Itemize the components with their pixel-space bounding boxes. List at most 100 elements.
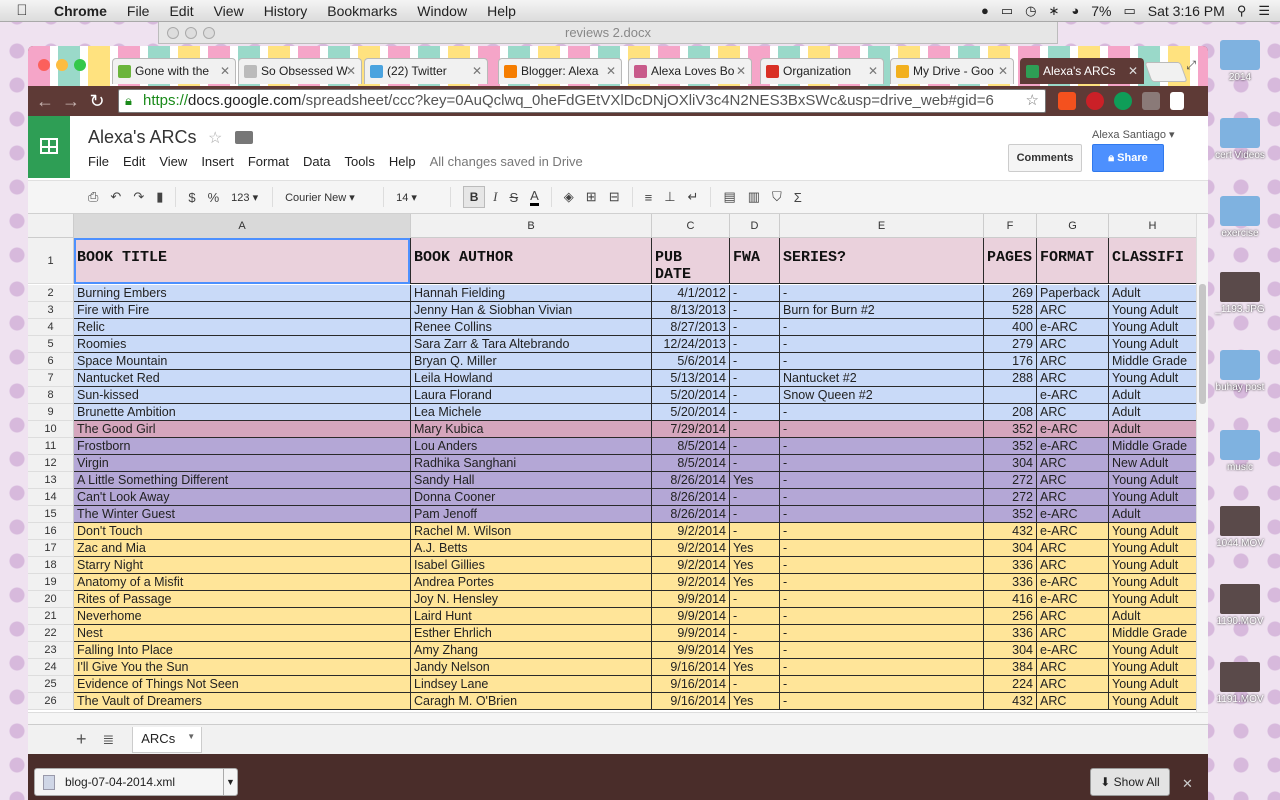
table-row[interactable]: Neverhome Laird Hunt 9/9/2014- -256 ARC Adult: [74, 608, 1196, 625]
menu-help[interactable]: Help: [477, 3, 526, 19]
table-row[interactable]: Space Mountain Bryan Q. Miller 5/6/2014- -1…: [74, 353, 1196, 370]
table-cell[interactable]: -: [780, 676, 984, 693]
table-cell[interactable]: Lea Michele: [411, 404, 652, 421]
table-cell[interactable]: Joy N. Hensley: [411, 591, 652, 608]
table-row[interactable]: Frostborn Lou Anders 8/5/2014- -352 e-ARC Mid…: [74, 438, 1196, 455]
table-cell[interactable]: Sara Zarr & Tara Altebrando: [411, 336, 652, 353]
table-row[interactable]: Virgin Radhika Sanghani 8/5/2014- -304 ARC Ne…: [74, 455, 1196, 472]
table-cell[interactable]: 9/16/2014: [652, 659, 730, 676]
table-cell[interactable]: 224: [984, 676, 1037, 693]
table-cell[interactable]: Burn for Burn #2: [780, 302, 984, 319]
header-cell[interactable]: FWA: [730, 238, 780, 284]
paint-format-icon[interactable]: ▮: [156, 189, 163, 205]
star-icon[interactable]: ☆: [208, 128, 222, 148]
table-cell[interactable]: 9/9/2014: [652, 591, 730, 608]
table-cell[interactable]: Anatomy of a Misfit: [74, 574, 411, 591]
table-cell[interactable]: Fire with Fire: [74, 302, 411, 319]
table-cell[interactable]: -: [730, 506, 780, 523]
close-icon[interactable]: ✕: [220, 59, 230, 83]
table-cell[interactable]: Paperback: [1037, 285, 1109, 302]
row-header[interactable]: 14: [28, 489, 74, 506]
column-header[interactable]: C: [652, 214, 730, 238]
row-header[interactable]: 10: [28, 421, 74, 438]
table-cell[interactable]: 5/6/2014: [652, 353, 730, 370]
table-cell[interactable]: Jenny Han & Siobhan Vivian: [411, 302, 652, 319]
doc-menu-view[interactable]: View: [159, 154, 187, 169]
column-header[interactable]: A: [74, 214, 411, 238]
hangouts-extension-icon[interactable]: [1114, 92, 1132, 110]
table-cell[interactable]: Young Adult: [1109, 472, 1196, 489]
table-cell[interactable]: Laird Hunt: [411, 608, 652, 625]
table-row[interactable]: Brunette Ambition Lea Michele 5/20/2014- -2…: [74, 404, 1196, 421]
table-row[interactable]: Sun-kissed Laura Florand 5/20/2014- Snow Qu…: [74, 387, 1196, 404]
table-cell[interactable]: -: [730, 370, 780, 387]
table-cell[interactable]: ARC: [1037, 608, 1109, 625]
table-cell[interactable]: Middle Grade: [1109, 625, 1196, 642]
table-cell[interactable]: Lindsey Lane: [411, 676, 652, 693]
row-header[interactable]: 11: [28, 438, 74, 455]
row-header[interactable]: 5: [28, 336, 74, 353]
select-all-corner[interactable]: [28, 214, 74, 238]
table-cell[interactable]: -: [780, 642, 984, 659]
desktop-icon-folder[interactable]: music: [1210, 430, 1270, 473]
table-row[interactable]: Burning Embers Hannah Fielding 4/1/2012- -2…: [74, 285, 1196, 302]
table-cell[interactable]: Snow Queen #2: [780, 387, 984, 404]
table-cell[interactable]: ARC: [1037, 472, 1109, 489]
show-all-downloads-button[interactable]: ⬇ Show All: [1090, 768, 1170, 796]
table-cell[interactable]: 256: [984, 608, 1037, 625]
table-cell[interactable]: 8/5/2014: [652, 455, 730, 472]
borders-icon[interactable]: ⊞: [586, 189, 597, 205]
table-cell[interactable]: 9/2/2014: [652, 557, 730, 574]
table-cell[interactable]: ARC: [1037, 659, 1109, 676]
table-cell[interactable]: 528: [984, 302, 1037, 319]
table-cell[interactable]: Leila Howland: [411, 370, 652, 387]
table-cell[interactable]: -: [730, 523, 780, 540]
table-cell[interactable]: Young Adult: [1109, 336, 1196, 353]
row-header[interactable]: 24: [28, 659, 74, 676]
table-cell[interactable]: -: [780, 421, 984, 438]
table-cell[interactable]: -: [730, 489, 780, 506]
time-machine-icon[interactable]: ◷: [1025, 3, 1036, 19]
insert-comment-icon[interactable]: ▤: [723, 189, 735, 205]
app-menu[interactable]: Chrome: [44, 3, 117, 19]
row-header[interactable]: 16: [28, 523, 74, 540]
bold-button[interactable]: B: [463, 186, 486, 208]
doc-menu-file[interactable]: File: [88, 154, 109, 169]
close-icon[interactable]: ✕: [736, 59, 746, 83]
chevron-down-icon[interactable]: ▼: [223, 769, 237, 795]
wrap-text-icon[interactable]: ↵: [688, 189, 699, 205]
desktop-icon-folder[interactable]: exercise: [1210, 196, 1270, 239]
redo-icon[interactable]: ↷: [133, 189, 144, 205]
table-cell[interactable]: Adult: [1109, 404, 1196, 421]
table-cell[interactable]: ARC: [1037, 625, 1109, 642]
table-cell[interactable]: Nest: [74, 625, 411, 642]
table-cell[interactable]: Starry Night: [74, 557, 411, 574]
table-cell[interactable]: -: [730, 336, 780, 353]
table-cell[interactable]: Evidence of Things Not Seen: [74, 676, 411, 693]
table-cell[interactable]: Young Adult: [1109, 676, 1196, 693]
tab-gone-with-the[interactable]: Gone with the ✕: [112, 58, 236, 84]
table-cell[interactable]: ARC: [1037, 489, 1109, 506]
doc-menu-help[interactable]: Help: [389, 154, 416, 169]
wifi-icon[interactable]: ◕: [1071, 3, 1079, 18]
table-cell[interactable]: -: [730, 353, 780, 370]
table-cell[interactable]: ARC: [1037, 540, 1109, 557]
table-cell[interactable]: Adult: [1109, 506, 1196, 523]
table-cell[interactable]: Isabel Gillies: [411, 557, 652, 574]
table-cell[interactable]: The Winter Guest: [74, 506, 411, 523]
close-window-icon[interactable]: [38, 59, 50, 71]
table-cell[interactable]: -: [780, 353, 984, 370]
row-header[interactable]: 1: [28, 238, 74, 284]
table-cell[interactable]: 12/24/2013: [652, 336, 730, 353]
table-cell[interactable]: Sun-kissed: [74, 387, 411, 404]
row-header[interactable]: 6: [28, 353, 74, 370]
tab-twitter[interactable]: (22) Twitter ✕: [364, 58, 488, 84]
vertical-scrollbar[interactable]: [1196, 214, 1208, 712]
bookmark-star-icon[interactable]: ☆: [1026, 90, 1039, 112]
desktop-icon-folder[interactable]: cert Videos: [1210, 118, 1270, 161]
table-cell[interactable]: -: [730, 438, 780, 455]
table-cell[interactable]: Pam Jenoff: [411, 506, 652, 523]
close-icon[interactable]: ✕: [346, 59, 356, 83]
new-tab-button[interactable]: [1144, 62, 1188, 82]
spreadsheet-grid[interactable]: ABCDEFGH 1 BOOK TITLE BOOK AUTHOR PUB DATE…: [28, 214, 1196, 712]
